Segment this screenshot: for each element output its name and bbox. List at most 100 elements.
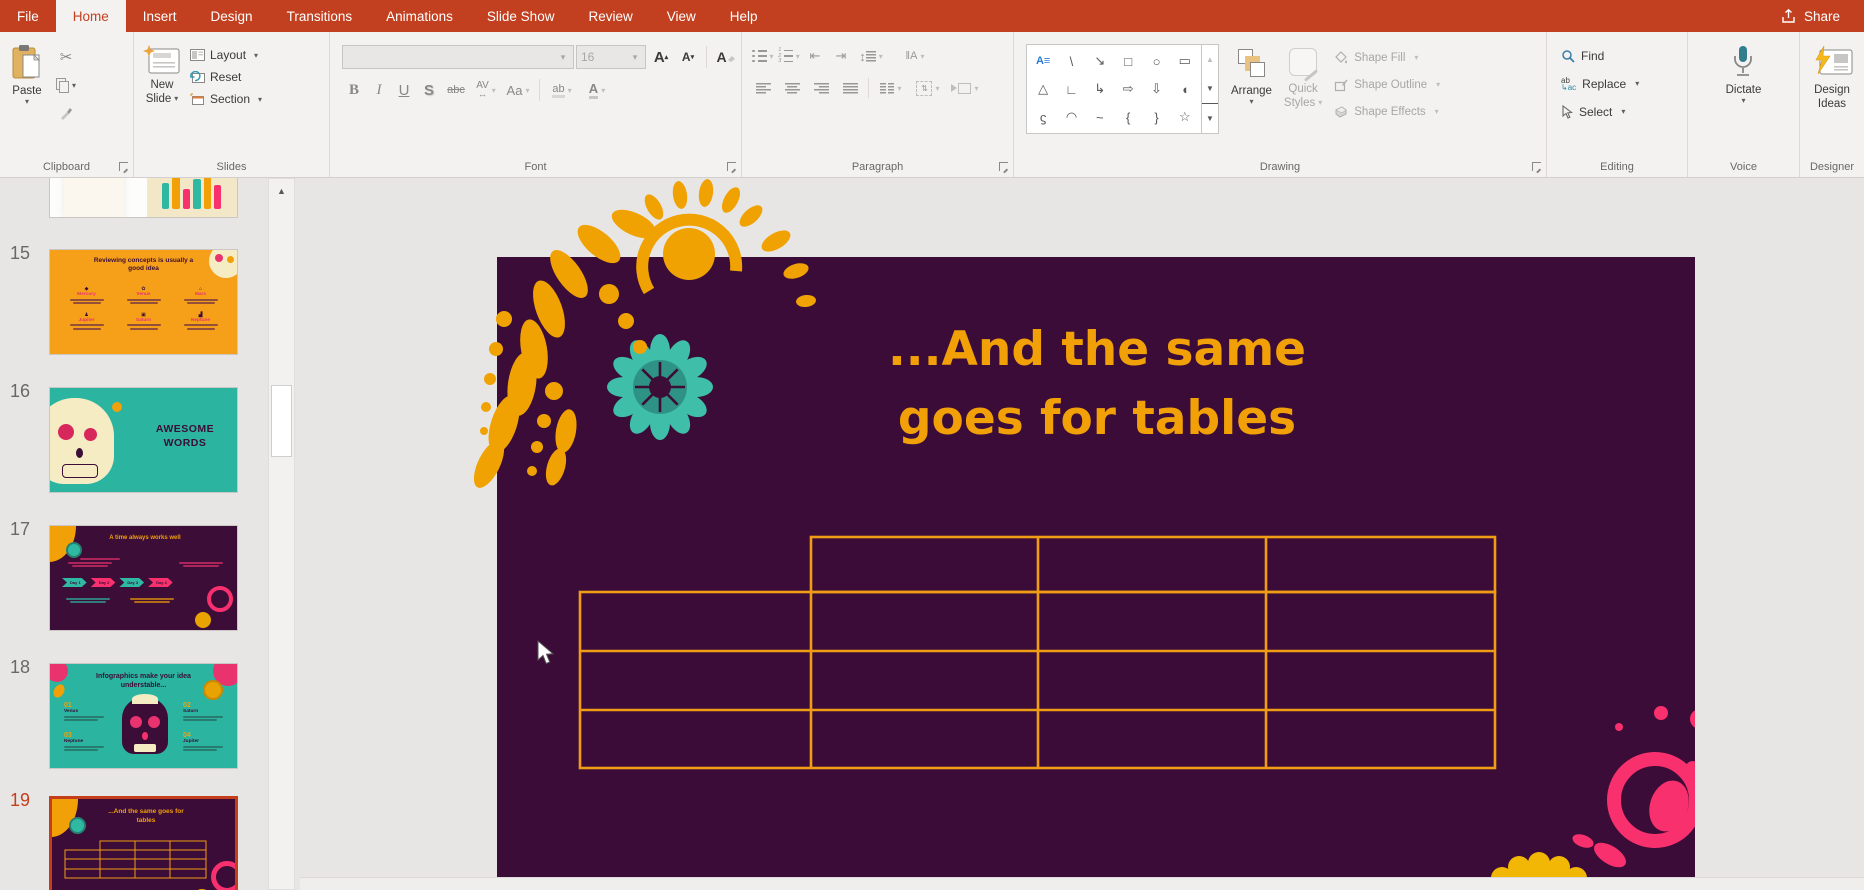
shape-rectangle[interactable]: □	[1114, 47, 1142, 75]
shape-outline-button[interactable]: Shape Outline▾	[1334, 75, 1440, 94]
thumbnail-scrollbar[interactable]: ▲	[268, 178, 295, 890]
shape-freeform[interactable]: ◖	[1171, 75, 1199, 103]
thumbnail-slide-14-partial[interactable]	[49, 178, 238, 218]
slide-title[interactable]: ...And the same goes for tables	[787, 315, 1407, 453]
shape-fill-button[interactable]: Shape Fill▾	[1334, 48, 1440, 67]
italic-button[interactable]: I	[367, 79, 391, 101]
shape-rounded-rectangle[interactable]: ▭	[1171, 47, 1199, 75]
new-slide-button[interactable]: New Slide▾	[142, 44, 182, 106]
drawing-dialog-launcher[interactable]	[1532, 162, 1541, 171]
layout-button[interactable]: Layout▾	[190, 48, 262, 62]
thumbnail-slide-19-selected[interactable]: ...And the same goes for tables	[49, 796, 238, 890]
clear-formatting-button[interactable]: A	[713, 46, 739, 68]
tab-insert[interactable]: Insert	[126, 0, 194, 32]
shapes-scroll-down[interactable]: ▼	[1202, 74, 1218, 103]
font-dialog-launcher[interactable]	[727, 162, 736, 171]
group-editing: Find ab↳ac Replace ▾ Select ▾ Editing	[1547, 32, 1688, 177]
underline-button[interactable]: U	[392, 79, 416, 101]
align-left-button[interactable]	[752, 78, 774, 98]
shape-right-brace[interactable]: }	[1142, 103, 1170, 131]
shape-effects-button[interactable]: Shape Effects▾	[1334, 102, 1440, 121]
layout-caret-icon: ▾	[254, 51, 258, 60]
columns-button[interactable]: ▾	[876, 78, 906, 98]
shapes-scroll-up[interactable]: ▲	[1202, 45, 1218, 74]
thumbnail-scrollbar-thumb[interactable]	[271, 385, 292, 457]
shape-scribble[interactable]: ϛ	[1029, 103, 1057, 131]
tab-slide-show[interactable]: Slide Show	[470, 0, 572, 32]
format-painter-button[interactable]	[54, 102, 78, 124]
quick-styles-button[interactable]: Quick Styles▾	[1284, 44, 1322, 134]
shapes-more-button[interactable]: ▼	[1202, 103, 1218, 133]
thumbnail-slide-18[interactable]: Infographics make your idea understable.…	[49, 663, 238, 769]
align-text-button[interactable]: ⇅▾	[913, 78, 943, 98]
align-center-button[interactable]	[781, 78, 803, 98]
thumbnail-slide-17[interactable]: Day 1 A time always works well Day 1 Day…	[49, 525, 238, 631]
arrange-button[interactable]: Arrange ▾	[1231, 44, 1272, 134]
convert-smartart-button[interactable]: ▾	[950, 78, 980, 98]
tab-animations[interactable]: Animations	[369, 0, 470, 32]
share-button[interactable]: Share	[1757, 0, 1864, 32]
font-name-dropdown-icon: ▾	[557, 52, 569, 63]
thumbnail-slide-16[interactable]: AWESOME WORDS	[49, 387, 238, 493]
shrink-font-button[interactable]: A▾	[676, 46, 700, 68]
shape-arrow-right[interactable]: ⇨	[1114, 75, 1142, 103]
font-name-combobox[interactable]: ▾	[342, 45, 574, 69]
shape-elbow-connector[interactable]: ∟	[1057, 75, 1085, 103]
bullets-button[interactable]: ▾	[752, 46, 774, 66]
text-shadow-button[interactable]: S	[417, 79, 441, 101]
shape-left-brace[interactable]: {	[1114, 103, 1142, 131]
tab-home[interactable]: Home	[56, 0, 126, 32]
replace-button[interactable]: ab↳ac Replace ▾	[1561, 74, 1687, 93]
line-spacing-button[interactable]: ↕▾	[856, 46, 886, 66]
text-direction-button[interactable]: ‖A▾	[898, 46, 932, 66]
cut-button[interactable]: ✂	[54, 46, 78, 68]
highlight-color-icon: ab	[552, 83, 564, 98]
change-case-button[interactable]: Aa▾	[502, 79, 534, 101]
columns-icon	[880, 83, 894, 94]
select-button[interactable]: Select ▾	[1561, 102, 1687, 121]
reset-button[interactable]: Reset	[190, 70, 262, 84]
find-button[interactable]: Find	[1561, 46, 1687, 65]
tab-review[interactable]: Review	[571, 0, 649, 32]
decrease-indent-button[interactable]: ⇤	[804, 46, 826, 66]
section-button[interactable]: Section▾	[190, 92, 262, 106]
bold-button[interactable]: B	[342, 79, 366, 101]
replace-label: Replace	[1582, 77, 1626, 91]
shape-triangle[interactable]: △	[1029, 75, 1057, 103]
paragraph-dialog-launcher[interactable]	[999, 162, 1008, 171]
justify-button[interactable]	[839, 78, 861, 98]
highlight-color-button[interactable]: ab▾	[545, 79, 579, 101]
tab-help[interactable]: Help	[713, 0, 775, 32]
shape-oval[interactable]: ○	[1142, 47, 1170, 75]
copy-button[interactable]: ▾	[54, 74, 78, 96]
tab-file[interactable]: File	[0, 0, 56, 32]
shape-text-box[interactable]: A≡	[1029, 47, 1057, 75]
horizontal-scrollbar[interactable]	[300, 877, 1864, 890]
numbering-button[interactable]: ▾	[778, 46, 800, 66]
grow-font-button[interactable]: A▴	[648, 46, 674, 68]
tab-view[interactable]: View	[650, 0, 713, 32]
shape-curve[interactable]: ~	[1086, 103, 1114, 131]
slide-table[interactable]	[580, 537, 1495, 768]
tab-design[interactable]: Design	[194, 0, 270, 32]
slide-canvas[interactable]: ...And the same goes for tables	[300, 178, 1864, 890]
shape-arc[interactable]: ◠	[1057, 103, 1085, 131]
design-ideas-button[interactable]: Design Ideas	[1810, 44, 1854, 111]
increase-indent-button[interactable]: ⇥	[830, 46, 852, 66]
paste-button[interactable]: Paste ▾	[10, 44, 44, 124]
shape-line[interactable]: \	[1057, 47, 1085, 75]
shape-star[interactable]: ☆	[1171, 103, 1199, 131]
clipboard-dialog-launcher[interactable]	[119, 162, 128, 171]
tab-transitions[interactable]: Transitions	[270, 0, 370, 32]
strikethrough-button[interactable]: abc	[442, 79, 470, 101]
thumbnail-slide-15[interactable]: Reviewing concepts is usually a good ide…	[49, 249, 238, 355]
shape-line-arrow[interactable]: ↘	[1086, 47, 1114, 75]
shape-arrow-down[interactable]: ⇩	[1142, 75, 1170, 103]
align-right-button[interactable]	[810, 78, 832, 98]
font-size-combobox[interactable]: 16▾	[576, 45, 646, 69]
dictate-button[interactable]: Dictate ▾	[1726, 44, 1762, 105]
thumbnail-scroll-up-icon[interactable]: ▲	[269, 179, 294, 203]
font-color-button[interactable]: A▾	[580, 79, 614, 101]
character-spacing-button[interactable]: AV↔ ▾	[471, 79, 501, 101]
shape-elbow-arrow[interactable]: ↳	[1086, 75, 1114, 103]
